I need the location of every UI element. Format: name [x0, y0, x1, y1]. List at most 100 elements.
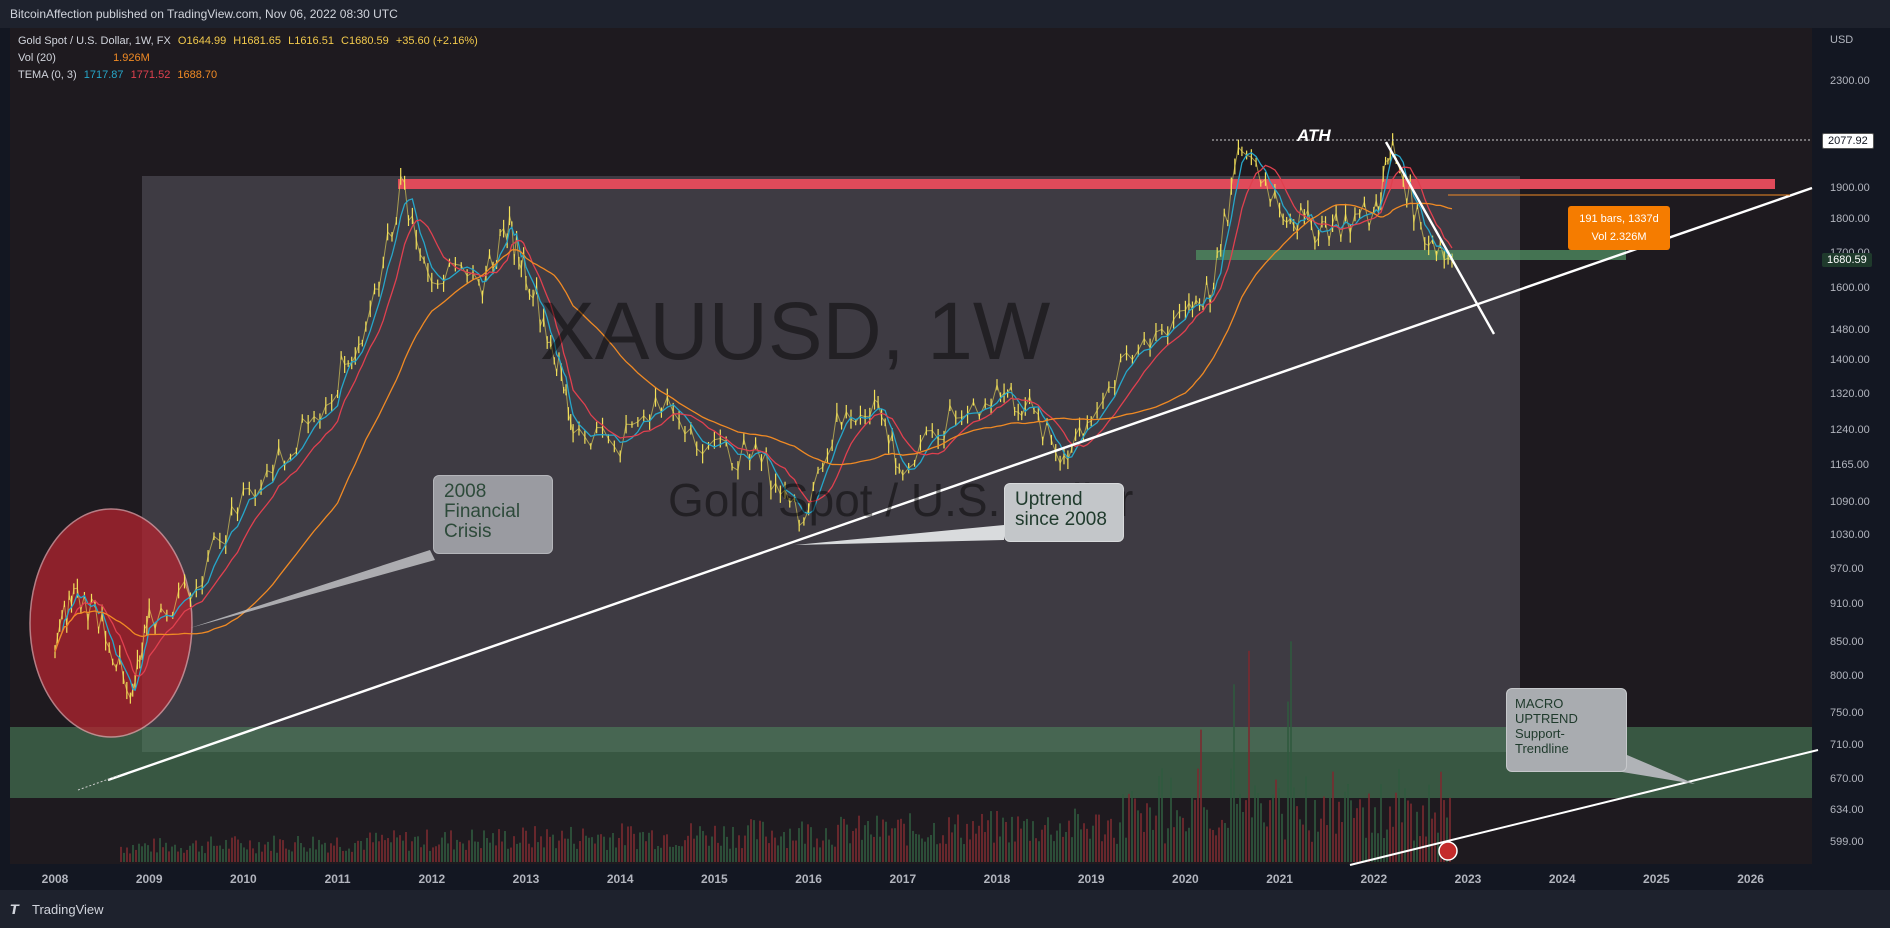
volume-bar [1068, 820, 1070, 862]
volume-bar [1005, 821, 1007, 862]
volume-bar [369, 832, 371, 862]
volume-bar [807, 824, 809, 862]
tema-label: TEMA (0, 3) [18, 69, 77, 81]
volume-bar [321, 844, 323, 862]
price-chart[interactable] [0, 0, 1890, 928]
time-tick: 2025 [1643, 872, 1670, 886]
volume-bar [1200, 729, 1202, 862]
volume-bar [813, 847, 815, 862]
volume-bar [1314, 799, 1316, 862]
volume-bar [948, 817, 950, 862]
volume-bar [345, 850, 347, 862]
volume-bar [864, 825, 866, 862]
price-tick: 1240.00 [1830, 424, 1870, 436]
volume-bar [900, 818, 902, 862]
volume-bar [1164, 843, 1166, 862]
volume-bar [1149, 807, 1151, 862]
time-tick: 2018 [983, 872, 1011, 886]
volume-bar [918, 834, 920, 862]
volume-bar [1299, 819, 1301, 862]
volume-bar [1044, 825, 1046, 862]
volume-bar [267, 841, 269, 862]
volume-bar [255, 853, 257, 862]
volume-bar [318, 839, 320, 862]
volume-bar [474, 841, 476, 862]
volume-bar [777, 845, 779, 862]
volume-bar [1416, 811, 1418, 862]
macro-callout[interactable]: MACRO UPTREND Support- Trendline [1506, 688, 1627, 772]
footer-brand[interactable]: TradingView [32, 902, 104, 917]
volume-bar [450, 830, 452, 862]
volume-bar [543, 847, 545, 862]
volume-bar [1101, 841, 1103, 862]
volume-bar [1242, 812, 1244, 862]
volume-bar [942, 835, 944, 862]
crisis-callout[interactable]: 2008 Financial Crisis [433, 475, 553, 554]
volume-bar [1206, 809, 1208, 862]
event-flag-icon[interactable] [1438, 841, 1458, 861]
volume-bar [1380, 784, 1382, 862]
ath-price-badge: 2077.92 [1822, 133, 1874, 149]
volume-bar [1188, 827, 1190, 862]
volume-bar [996, 810, 998, 862]
volume-bar [1431, 818, 1433, 862]
volume-bar [690, 823, 692, 862]
volume-bar [1110, 818, 1112, 862]
uptrend-callout[interactable]: Uptrend since 2008 [1004, 483, 1124, 542]
volume-bar [1353, 817, 1355, 862]
crisis-ellipse[interactable] [29, 508, 193, 738]
volume-bar [612, 832, 614, 862]
volume-bar [756, 839, 758, 862]
volume-bar [1074, 808, 1076, 862]
volume-bar [231, 837, 233, 862]
ath-label: ATH [1297, 126, 1331, 145]
volume-bar [732, 826, 734, 862]
volume-bar [1344, 791, 1346, 862]
ohlc-change: +35.60 (+2.16%) [395, 35, 478, 47]
volume-bar [576, 848, 578, 862]
bars-range-box[interactable]: 191 bars, 1337d Vol 2.326M [1568, 206, 1670, 250]
volume-bar [531, 847, 533, 862]
price-tick: 1165.00 [1830, 458, 1869, 471]
volume-bar [489, 842, 491, 862]
volume-bar [1017, 816, 1019, 862]
volume-bar [663, 835, 665, 862]
volume-bar [1221, 819, 1223, 862]
volume-bar [591, 837, 593, 862]
volume-bar [747, 825, 749, 862]
tradingview-logo-icon[interactable]: 𝙏 [10, 902, 19, 918]
volume-bar [1332, 771, 1334, 862]
volume-bar [120, 846, 122, 862]
volume-bar [672, 846, 674, 862]
time-tick: 2023 [1454, 872, 1482, 886]
volume-bar [927, 837, 929, 862]
volume-bar [678, 845, 680, 862]
volume-bar [588, 837, 590, 862]
volume-bar [261, 851, 263, 862]
volume-bar [660, 847, 662, 862]
volume-bar [609, 837, 611, 862]
volume-bar [549, 836, 551, 862]
volume-bar [1095, 814, 1097, 862]
time-tick: 2019 [1077, 872, 1105, 886]
volume-bar [327, 852, 329, 862]
volume-bar [768, 843, 770, 862]
volume-bar [1395, 792, 1397, 862]
volume-bar [1119, 822, 1121, 862]
volume-bar [603, 836, 605, 862]
volume-bar [1092, 825, 1094, 862]
price-tick: 599.00 [1830, 836, 1864, 848]
volume-bar [1323, 796, 1325, 862]
macro-line-1: MACRO [1515, 696, 1564, 711]
volume-bar [765, 836, 767, 862]
volume-bar [174, 844, 176, 862]
volume-bar [147, 845, 149, 862]
volume-bar [264, 844, 266, 862]
volume-bar [843, 818, 845, 862]
volume-bar [1374, 807, 1376, 862]
volume-bar [819, 847, 821, 862]
volume-bar [204, 853, 206, 862]
volume-bar [252, 848, 254, 862]
volume-bar [177, 851, 179, 862]
volume-bar [627, 826, 629, 862]
